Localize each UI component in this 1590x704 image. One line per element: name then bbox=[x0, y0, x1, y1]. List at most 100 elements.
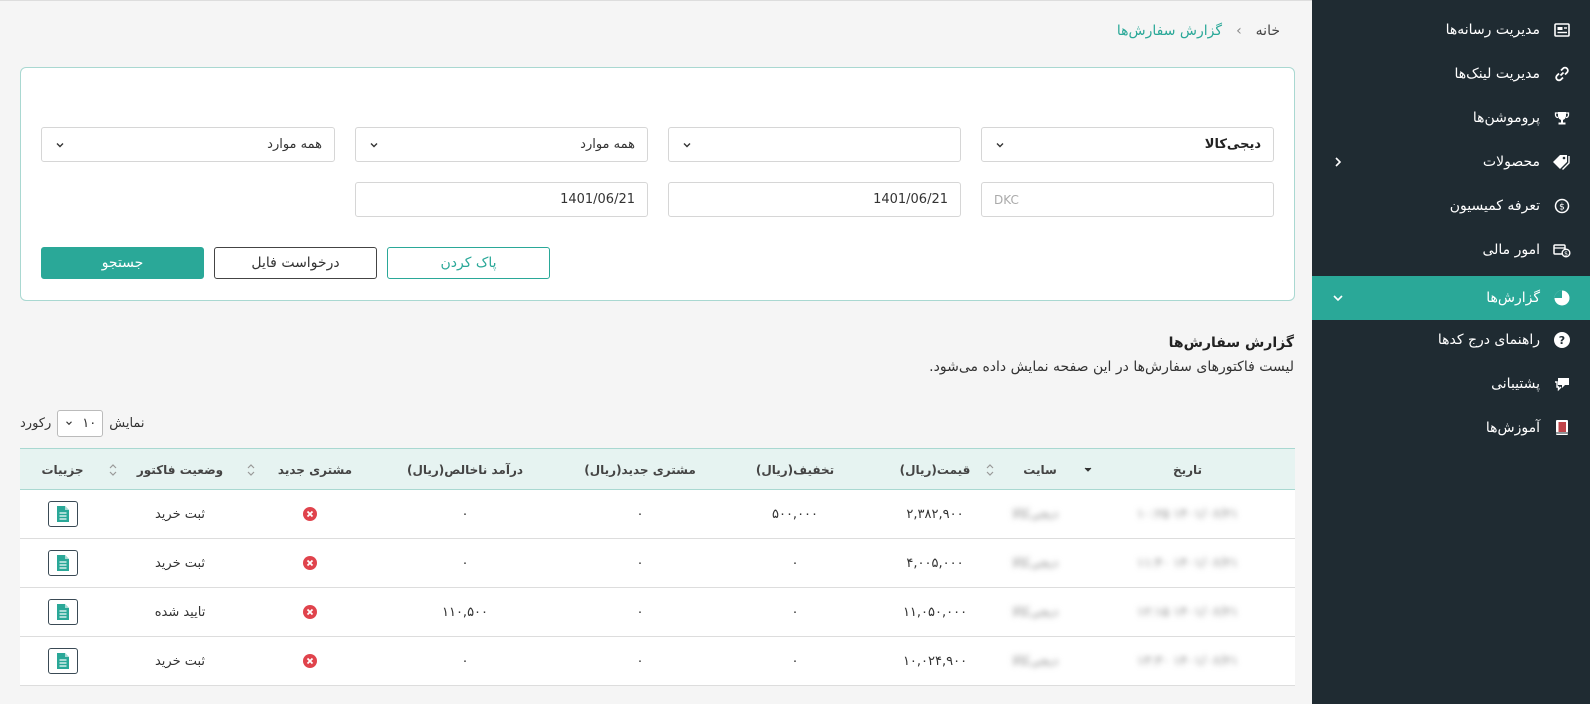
filter-select-3[interactable]: همه موارد bbox=[355, 127, 648, 162]
site-select[interactable]: دیجی‌کالا bbox=[981, 127, 1274, 162]
sidebar-item-commission[interactable]: $ تعرفه کمیسیون bbox=[1312, 184, 1590, 228]
row-new-customer bbox=[260, 539, 360, 587]
row-new-customer-amount: ۰ bbox=[636, 653, 644, 669]
request-file-button[interactable]: درخواست فایل bbox=[214, 247, 377, 279]
filter-select-4[interactable]: همه موارد bbox=[41, 127, 335, 162]
table-row: ۱۴۰۱/۰۶/۲۱ ۱۳:۳۰ دیجی‌کالا ۱۰,۰۲۴,۹۰۰ ۰ … bbox=[20, 637, 1295, 686]
row-site: دیجی‌کالا bbox=[1011, 604, 1059, 620]
row-details bbox=[30, 490, 95, 538]
col-details[interactable]: جزییات bbox=[30, 449, 95, 491]
row-discount: ۵۰۰,۰۰۰ bbox=[771, 506, 819, 522]
money-icon: $ bbox=[1552, 240, 1572, 260]
close-circle-icon bbox=[303, 556, 317, 570]
document-icon bbox=[56, 653, 69, 669]
row-discount: ۰ bbox=[791, 555, 799, 571]
table-row: ۱۴۰۱/۰۶/۲۱ ۱۱:۴۰ دیجی‌کالا ۴,۰۰۵,۰۰۰ ۰ ۰… bbox=[20, 539, 1295, 588]
sidebar-item-media[interactable]: مدیریت رسانه‌ها bbox=[1312, 8, 1590, 52]
col-site[interactable]: سایت bbox=[1010, 449, 1070, 491]
link-icon bbox=[1552, 64, 1572, 84]
sidebar-item-promotions[interactable]: پروموشن‌ها bbox=[1312, 96, 1590, 140]
row-discount: ۰ bbox=[791, 604, 799, 620]
sidebar-item-reports[interactable]: گزارش‌ها bbox=[1312, 276, 1590, 320]
trophy-icon bbox=[1552, 108, 1572, 128]
date-from-input[interactable]: 1401/06/21 bbox=[668, 182, 961, 217]
row-gross-income: ۰ bbox=[461, 555, 469, 571]
chat-icon bbox=[1552, 374, 1572, 394]
row-price: ۲,۳۸۲,۹۰۰ bbox=[906, 506, 964, 522]
sidebar-item-label: مدیریت لینک‌ها bbox=[1454, 66, 1540, 82]
sort-icon bbox=[986, 464, 994, 476]
chevron-down-icon bbox=[370, 142, 378, 147]
table-row: ۱۴۰۱/۰۶/۲۱ ۱۰:۲۵ دیجی‌کالا ۲,۳۸۲,۹۰۰ ۵۰۰… bbox=[20, 490, 1295, 539]
col-date[interactable]: تاریخ bbox=[1100, 449, 1275, 491]
chevron-down-icon bbox=[683, 142, 691, 147]
sidebar-item-support[interactable]: پشتیبانی bbox=[1312, 362, 1590, 406]
row-new-customer-amount: ۰ bbox=[636, 604, 644, 620]
sidebar-item-finance[interactable]: $ امور مالی bbox=[1312, 228, 1590, 272]
search-button[interactable]: جستجو bbox=[41, 247, 204, 279]
row-site: دیجی‌کالا bbox=[1011, 653, 1059, 669]
table-header: تاریخ سایت قیمت(ریال) تخفیف(ریال) مشتری … bbox=[20, 448, 1295, 490]
code-input[interactable]: DKC bbox=[981, 182, 1274, 217]
main-content: خانه › گزارش سفارش‌ها دیجی‌کالا همه موار… bbox=[0, 0, 1312, 704]
sidebar-item-label: امور مالی bbox=[1482, 242, 1540, 258]
row-date: ۱۴۰۱/۰۶/۲۱ ۱۲:۱۵ bbox=[1136, 604, 1239, 620]
col-gross-income[interactable]: درآمد ناخالص(ریال) bbox=[385, 449, 545, 491]
pie-chart-icon bbox=[1552, 288, 1572, 308]
details-button[interactable] bbox=[47, 550, 78, 576]
chevron-down-icon bbox=[66, 421, 73, 426]
dollar-icon: $ bbox=[1552, 196, 1572, 216]
date-to-input[interactable]: 1401/06/21 bbox=[355, 182, 648, 217]
col-new-customer[interactable]: مشتری جدید bbox=[260, 449, 370, 491]
clear-button[interactable]: پاک کردن bbox=[387, 247, 550, 279]
row-details bbox=[30, 539, 95, 587]
close-circle-icon bbox=[303, 507, 317, 521]
details-button[interactable] bbox=[47, 648, 78, 674]
row-new-customer bbox=[260, 490, 360, 538]
sidebar-item-label: محصولات bbox=[1482, 154, 1540, 170]
col-new-customer-amount[interactable]: مشتری جدید(ریال) bbox=[560, 449, 720, 491]
sidebar-item-links[interactable]: مدیریت لینک‌ها bbox=[1312, 52, 1590, 96]
details-button[interactable] bbox=[47, 599, 78, 625]
sort-icon bbox=[247, 464, 255, 476]
sidebar-item-products[interactable]: محصولات bbox=[1312, 140, 1590, 184]
col-price[interactable]: قیمت(ریال) bbox=[880, 449, 990, 491]
row-invoice-status: ثبت خرید bbox=[154, 653, 206, 669]
row-invoice-status: ثبت خرید bbox=[154, 506, 206, 522]
tag-icon bbox=[1552, 152, 1572, 172]
sidebar-item-label: آموزش‌ها bbox=[1485, 420, 1540, 436]
row-discount: ۰ bbox=[791, 653, 799, 669]
chevron-down-icon bbox=[56, 142, 64, 147]
row-site: دیجی‌کالا bbox=[1011, 506, 1059, 522]
help-icon: ? bbox=[1552, 330, 1572, 350]
chevron-down-icon bbox=[1330, 290, 1346, 306]
row-details bbox=[30, 588, 95, 636]
sidebar-item-label: گزارش‌ها bbox=[1486, 290, 1540, 306]
row-site: دیجی‌کالا bbox=[1011, 555, 1059, 571]
sidebar-item-help[interactable]: ? راهنمای درج کدها bbox=[1312, 318, 1590, 362]
sidebar-item-label: مدیریت رسانه‌ها bbox=[1445, 22, 1540, 38]
row-new-customer-amount: ۰ bbox=[636, 555, 644, 571]
sidebar-item-tutorials[interactable]: آموزش‌ها bbox=[1312, 406, 1590, 450]
chevron-left-icon: › bbox=[1236, 23, 1242, 39]
col-discount[interactable]: تخفیف(ریال) bbox=[740, 449, 850, 491]
breadcrumb-current: گزارش سفارش‌ها bbox=[1116, 23, 1223, 39]
breadcrumb: خانه › گزارش سفارش‌ها bbox=[1117, 23, 1280, 39]
row-new-customer-amount: ۰ bbox=[636, 506, 644, 522]
book-icon bbox=[1552, 418, 1572, 438]
page-length-select[interactable]: ۱۰ bbox=[57, 409, 104, 437]
sidebar-item-label: پروموشن‌ها bbox=[1472, 110, 1540, 126]
row-gross-income: ۰ bbox=[461, 653, 469, 669]
sort-icon bbox=[109, 464, 117, 476]
col-invoice-status[interactable]: وضعیت فاکتور bbox=[130, 449, 230, 491]
section-description: لیست فاکتورهای سفارش‌ها در این صفحه نمای… bbox=[929, 359, 1294, 375]
row-new-customer bbox=[260, 637, 360, 685]
chevron-left-icon bbox=[1330, 154, 1346, 170]
chevron-down-icon bbox=[1084, 467, 1092, 472]
orders-table: تاریخ سایت قیمت(ریال) تخفیف(ریال) مشتری … bbox=[20, 448, 1295, 686]
filter-select-2[interactable] bbox=[668, 127, 961, 162]
row-price: ۱۱,۰۵۰,۰۰۰ bbox=[902, 604, 968, 620]
details-button[interactable] bbox=[47, 501, 78, 527]
close-circle-icon bbox=[303, 654, 317, 668]
breadcrumb-home[interactable]: خانه bbox=[1256, 23, 1280, 39]
